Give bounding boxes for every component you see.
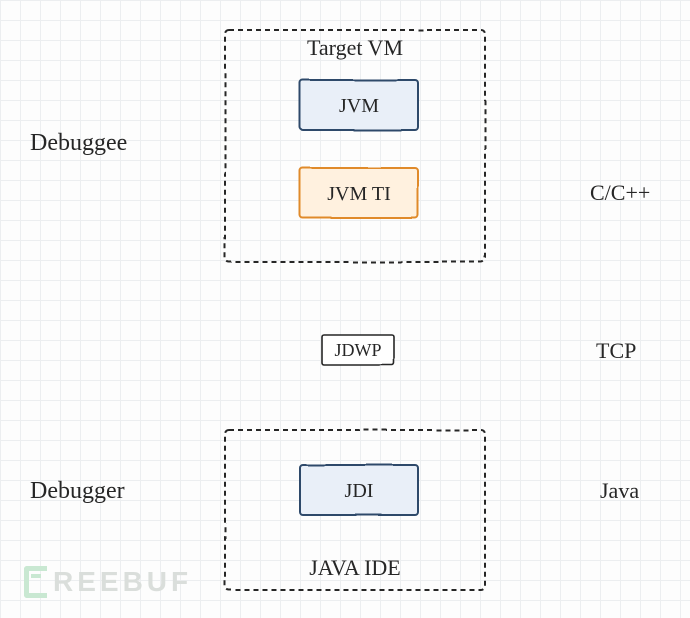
tcp-label: TCP (596, 338, 636, 364)
jvm-label: JVM (339, 95, 379, 117)
watermark: REEBUF (24, 566, 192, 598)
diagram-svg: Target VM JVM JVM TI JAVA IDE JDI JDWP (0, 0, 690, 618)
c-cpp-label: C/C++ (590, 180, 650, 206)
watermark-icon (24, 566, 47, 598)
java-label: Java (600, 478, 639, 504)
watermark-text: REEBUF (53, 566, 192, 598)
target-vm-container (225, 30, 485, 262)
debuggee-label: Debuggee (30, 130, 127, 157)
jdi-label: JDI (345, 480, 374, 502)
jvmti-label: JVM TI (327, 183, 391, 205)
java-ide-title: JAVA IDE (309, 555, 401, 580)
jdwp-label: JDWP (334, 340, 381, 360)
target-vm-title: Target VM (307, 35, 403, 60)
diagram-stage: Target VM JVM JVM TI JAVA IDE JDI JDWP D… (0, 0, 690, 618)
debugger-label: Debugger (30, 478, 125, 505)
